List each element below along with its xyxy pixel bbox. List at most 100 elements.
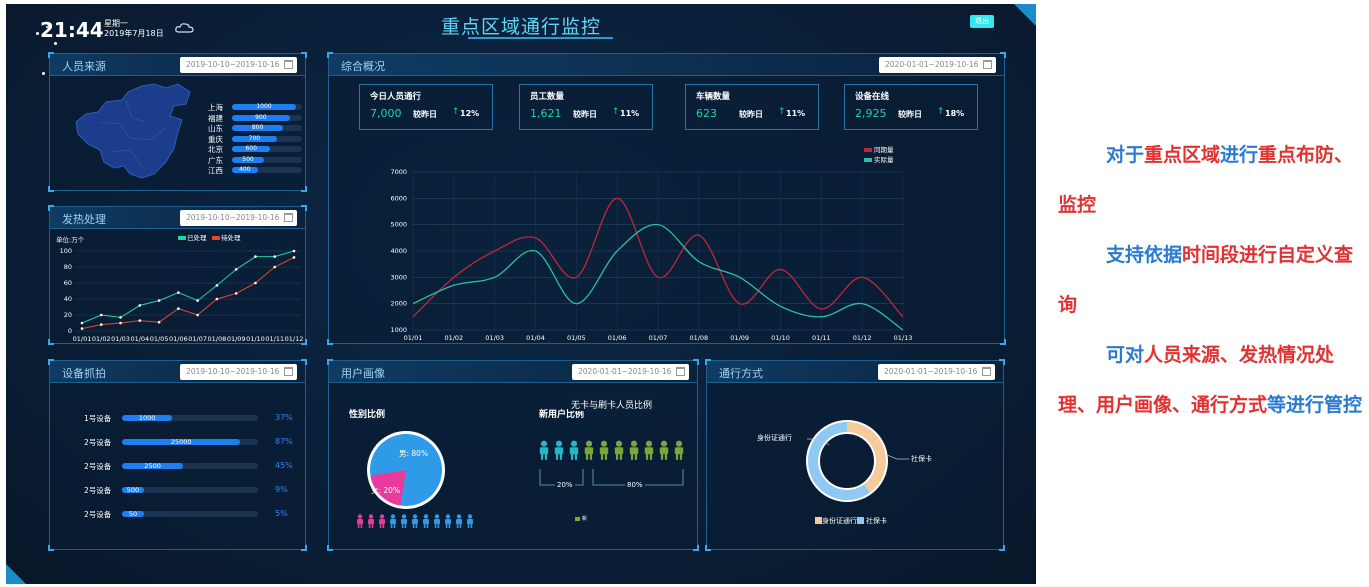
legend-idcard: 身份证通行	[822, 517, 857, 525]
person-icon	[599, 440, 609, 460]
date-range-picker[interactable]: 2019-10-10~2019-10-16	[180, 57, 297, 73]
legend-swatch	[864, 158, 872, 162]
star-dot	[42, 72, 45, 75]
feature-line-1: 对于重点区域进行重点布防、监控	[1058, 144, 1354, 216]
province-bar: 900	[232, 113, 290, 121]
province-value: 900	[255, 113, 267, 121]
person-icon	[390, 514, 396, 528]
province-bar: 700	[232, 134, 277, 142]
panel-title: 综合概况	[341, 60, 385, 73]
person-icon	[445, 514, 451, 528]
data-point	[138, 319, 142, 322]
y-tick-label: 3000	[390, 273, 407, 281]
feature-line-2: 支持依据时间段进行自定义查询	[1058, 244, 1354, 316]
stat-card: 员工数量 1,621 较昨日 ↑ 11%	[519, 84, 653, 130]
device-percent: 5%	[275, 509, 288, 518]
x-tick-label: 01/13	[894, 334, 913, 342]
device-bar-track: 50	[122, 510, 258, 518]
device-name: 2号设备	[84, 462, 112, 471]
date-range-picker[interactable]: 2020-01-01~2019-10-16	[879, 57, 996, 73]
person-icon	[456, 514, 462, 528]
stat-label: 设备在线	[855, 92, 890, 102]
y-tick-label: 60	[64, 279, 72, 287]
person-icon	[423, 514, 429, 528]
x-tick-label: 01/10	[246, 335, 265, 343]
legend-swatch	[864, 148, 872, 152]
data-point	[177, 291, 180, 294]
x-tick-label: 01/12	[853, 334, 872, 342]
panel-title: 发热处理	[62, 213, 106, 226]
data-point	[99, 313, 103, 317]
panel-title: 人员来源	[62, 60, 106, 73]
province-bar-track: 600	[232, 145, 302, 152]
card-left-percent: 20%	[555, 481, 575, 489]
stat-label: 员工数量	[530, 92, 565, 102]
data-point	[99, 323, 103, 326]
data-point	[292, 256, 296, 259]
y-tick-label: 5000	[390, 221, 407, 229]
data-point	[196, 313, 199, 317]
legend-label: 实际量	[874, 155, 894, 164]
province-name: 江西	[208, 166, 223, 175]
china-map	[75, 83, 191, 179]
up-arrow-icon: ↑	[452, 107, 460, 117]
date-range-picker[interactable]: 2020-01-01~2019-10-16	[878, 364, 995, 380]
data-point	[234, 268, 238, 271]
device-bar: 50	[122, 510, 144, 518]
legend-label: 同期量	[874, 146, 894, 154]
person-icon	[434, 514, 440, 528]
x-tick-label: 01/07	[188, 335, 207, 343]
date-range-picker[interactable]: 2020-01-01~2019-10-16	[572, 364, 689, 380]
card-right-percent: 80%	[625, 481, 645, 489]
date-range-picker[interactable]: 2019-10-10~2019-10-16	[180, 364, 297, 380]
person-icon	[659, 440, 669, 460]
x-tick-label: 01/12	[285, 335, 304, 343]
user-profile-panel: 用户画像 2020-01-01~2019-10-16 性别比例 男: 80% 女…	[327, 359, 699, 551]
device-row: 2号设备 500 9%	[50, 483, 320, 497]
stat-value: 2,925	[855, 107, 887, 120]
data-point	[234, 292, 238, 295]
date-range-picker[interactable]: 2019-10-10~2019-10-16	[180, 210, 297, 226]
data-point	[157, 299, 161, 302]
province-value: 700	[248, 134, 261, 142]
province-bar-track: 400	[232, 166, 302, 173]
device-row: 1号设备 1000 37%	[50, 411, 320, 425]
device-row: 2号设备 50 5%	[50, 507, 320, 521]
card-people-icons	[537, 439, 687, 465]
page-title: 重点区域通行监控	[440, 16, 601, 38]
province-bar: 600	[232, 145, 271, 152]
device-percent: 9%	[275, 485, 288, 494]
y-tick-label: 20	[64, 311, 72, 319]
panel-title: 通行方式	[719, 367, 763, 380]
province-name: 福建	[208, 113, 223, 123]
legend-swatch	[178, 236, 186, 240]
x-tick-label: 01/03	[111, 335, 130, 343]
calendar-icon	[284, 60, 293, 69]
stat-label: 车辆数量	[696, 92, 731, 102]
stat-percent: 11%	[620, 109, 640, 118]
stat-percent: 11%	[786, 109, 806, 118]
data-point	[80, 327, 84, 330]
male-label: 男: 80%	[399, 449, 429, 458]
exit-button[interactable]: 退出	[970, 15, 994, 28]
data-point	[273, 265, 277, 269]
device-bar-track: 1000	[122, 414, 258, 422]
province-name: 广东	[208, 155, 223, 165]
stat-compare: 较昨日	[413, 110, 437, 119]
up-arrow-icon: ↑	[937, 107, 945, 117]
y-unit-label: 单位:万个	[56, 235, 85, 244]
province-value: 600	[245, 145, 257, 152]
calendar-icon	[284, 213, 293, 222]
person-icon	[467, 514, 473, 528]
data-point	[196, 299, 199, 302]
stat-value: 7,000	[370, 107, 402, 120]
legend-label: 已处理	[187, 233, 207, 242]
fever-line-chart: 单位:万个 已处理 待处理02040608010001/01 01/02 01/03 01…	[56, 233, 304, 343]
data-point	[215, 284, 219, 287]
calendar-icon	[284, 367, 293, 376]
device-percent: 37%	[275, 413, 293, 422]
corner-decoration	[6, 564, 26, 584]
legend-swatch	[575, 517, 580, 521]
province-bar-track: 1000	[232, 103, 302, 110]
province-bar: 800	[232, 124, 284, 131]
